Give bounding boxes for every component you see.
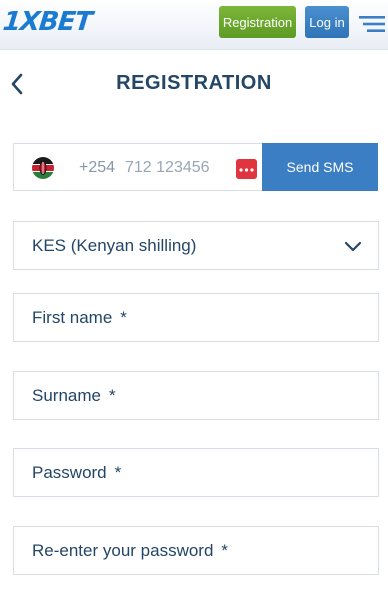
send-sms-button[interactable]: Send SMS — [262, 143, 378, 191]
top-header: 1XBET Registration Log in — [0, 0, 388, 50]
required-mark: * — [114, 462, 122, 482]
surname-label: Surname — [32, 385, 101, 405]
reenter-password-field[interactable]: Re-enter your password * — [13, 526, 379, 575]
kenya-flag-icon[interactable] — [32, 157, 54, 179]
login-button[interactable]: Log in — [305, 6, 349, 38]
page-title: REGISTRATION — [116, 72, 272, 94]
currency-value: KES (Kenyan shilling) — [32, 235, 197, 255]
phone-number-input[interactable] — [125, 157, 230, 179]
required-mark: * — [221, 540, 229, 560]
country-code[interactable]: +254 — [79, 159, 115, 177]
surname-field[interactable]: Surname * — [13, 371, 379, 420]
required-mark: * — [120, 307, 127, 327]
required-mark: * — [108, 385, 116, 405]
currency-select[interactable]: KES (Kenyan shilling) — [13, 221, 379, 270]
first-name-field[interactable]: First name * — [13, 293, 379, 342]
ellipsis-icon[interactable] — [236, 159, 257, 179]
password-field[interactable]: Password * — [13, 448, 379, 497]
password-label: Password — [32, 462, 107, 482]
reenter-password-label: Re-enter your password — [32, 540, 214, 560]
chevron-down-icon[interactable] — [344, 239, 362, 253]
registration-button[interactable]: Registration — [219, 6, 296, 38]
phone-field[interactable]: +254 — [13, 143, 263, 191]
first-name-label: First name — [32, 307, 113, 327]
brand-logo[interactable]: 1XBET — [1, 6, 93, 38]
hamburger-menu-icon[interactable] — [357, 14, 387, 34]
